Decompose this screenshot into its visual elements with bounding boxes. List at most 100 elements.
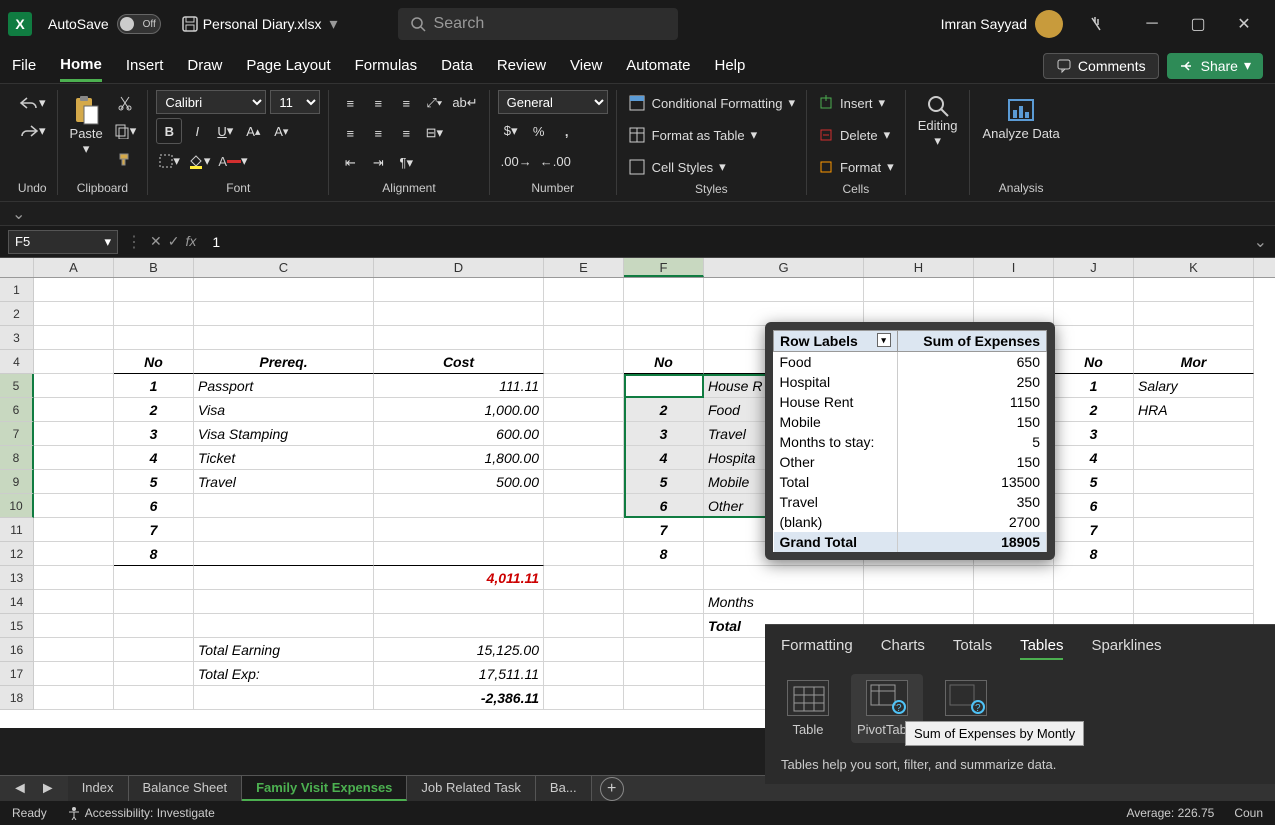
row-header[interactable]: 10: [0, 494, 34, 518]
row-header[interactable]: 17: [0, 662, 34, 686]
cell[interactable]: 4: [114, 446, 194, 470]
comma-button[interactable]: ,: [554, 118, 580, 144]
sheet-tab[interactable]: Family Visit Expenses: [242, 776, 407, 801]
tab-data[interactable]: Data: [441, 51, 473, 80]
row-header[interactable]: 11: [0, 518, 34, 542]
cell[interactable]: [34, 398, 114, 422]
comments-button[interactable]: Comments: [1043, 53, 1159, 79]
cell[interactable]: [544, 662, 624, 686]
cell[interactable]: [544, 470, 624, 494]
column-header[interactable]: J: [1054, 258, 1134, 277]
align-left-button[interactable]: ≡: [337, 120, 363, 146]
tab-insert[interactable]: Insert: [126, 51, 164, 80]
cell[interactable]: 7: [624, 518, 704, 542]
cell[interactable]: [1054, 278, 1134, 302]
qa-tab-formatting[interactable]: Formatting: [781, 637, 853, 660]
cell[interactable]: [544, 326, 624, 350]
cell[interactable]: [374, 518, 544, 542]
cell[interactable]: [34, 590, 114, 614]
row-header[interactable]: 14: [0, 590, 34, 614]
cell[interactable]: [34, 614, 114, 638]
cell[interactable]: 1,800.00: [374, 446, 544, 470]
tab-review[interactable]: Review: [497, 51, 546, 80]
cell[interactable]: [1134, 590, 1254, 614]
cell[interactable]: [544, 614, 624, 638]
cell[interactable]: 2: [114, 398, 194, 422]
cell[interactable]: [544, 542, 624, 566]
share-button[interactable]: Share ▾: [1167, 53, 1263, 79]
cell[interactable]: [114, 566, 194, 590]
cell[interactable]: [624, 326, 704, 350]
cell[interactable]: [1134, 422, 1254, 446]
cell-styles-button[interactable]: Cell Styles ▾: [625, 154, 729, 180]
cell[interactable]: [1054, 590, 1134, 614]
column-header[interactable]: I: [974, 258, 1054, 277]
cell[interactable]: [194, 590, 374, 614]
sheet-tab[interactable]: Index: [68, 776, 129, 801]
column-header[interactable]: K: [1134, 258, 1254, 277]
cell[interactable]: 6: [114, 494, 194, 518]
cell[interactable]: 8: [624, 542, 704, 566]
italic-button[interactable]: I: [184, 118, 210, 144]
cell[interactable]: [34, 302, 114, 326]
user-name[interactable]: Imran Sayyad: [941, 16, 1027, 32]
cell[interactable]: [34, 470, 114, 494]
cell[interactable]: Ticket: [194, 446, 374, 470]
cell[interactable]: [194, 566, 374, 590]
qa-tab-charts[interactable]: Charts: [881, 637, 925, 660]
redo-button[interactable]: ▾: [16, 118, 49, 144]
copy-button[interactable]: ▾: [111, 118, 140, 144]
cell[interactable]: [34, 638, 114, 662]
cell[interactable]: 6: [624, 494, 704, 518]
save-button[interactable]: [177, 11, 203, 37]
cell[interactable]: 15,125.00: [374, 638, 544, 662]
qa-tab-tables[interactable]: Tables: [1020, 637, 1063, 660]
fx-button[interactable]: fx: [185, 233, 196, 250]
editing-button[interactable]: Editing▾: [914, 90, 962, 153]
row-header[interactable]: 8: [0, 446, 34, 470]
cell[interactable]: 3: [624, 422, 704, 446]
cell[interactable]: [374, 278, 544, 302]
borders-button[interactable]: ▾: [156, 148, 183, 174]
cell[interactable]: No: [1054, 350, 1134, 374]
ribbon-collapse-bar[interactable]: ⌄: [0, 202, 1275, 226]
cut-button[interactable]: [111, 90, 140, 116]
cell[interactable]: 4: [624, 446, 704, 470]
cell[interactable]: [114, 590, 194, 614]
cell[interactable]: [544, 566, 624, 590]
underline-button[interactable]: U ▾: [212, 118, 238, 144]
close-button[interactable]: ✕: [1221, 8, 1267, 40]
tab-help[interactable]: Help: [715, 51, 746, 80]
cell[interactable]: 2: [624, 398, 704, 422]
number-format-select[interactable]: General: [498, 90, 608, 114]
cell[interactable]: [374, 542, 544, 566]
cell[interactable]: -2,386.11: [374, 686, 544, 710]
row-header[interactable]: 18: [0, 686, 34, 710]
cell[interactable]: 17,511.11: [374, 662, 544, 686]
align-middle-button[interactable]: ≡: [365, 90, 391, 116]
cell[interactable]: 7: [114, 518, 194, 542]
cell[interactable]: 7: [1054, 518, 1134, 542]
font-size-select[interactable]: 11: [270, 90, 320, 114]
cancel-formula-button[interactable]: ✕: [150, 233, 162, 250]
rtl-button[interactable]: ¶▾: [393, 150, 419, 176]
decrease-indent-button[interactable]: ⇤: [337, 150, 363, 176]
cell[interactable]: [194, 278, 374, 302]
cell[interactable]: [544, 422, 624, 446]
cell[interactable]: 600.00: [374, 422, 544, 446]
column-header[interactable]: H: [864, 258, 974, 277]
cell[interactable]: [34, 566, 114, 590]
cell[interactable]: [1134, 494, 1254, 518]
row-header[interactable]: 4: [0, 350, 34, 374]
cell[interactable]: [114, 614, 194, 638]
cell[interactable]: [114, 662, 194, 686]
align-center-button[interactable]: ≡: [365, 120, 391, 146]
cell[interactable]: 5: [624, 470, 704, 494]
tab-file[interactable]: File: [12, 51, 36, 80]
increase-indent-button[interactable]: ⇥: [365, 150, 391, 176]
cell[interactable]: [114, 686, 194, 710]
cell[interactable]: [1134, 326, 1254, 350]
cell[interactable]: [114, 302, 194, 326]
cell[interactable]: [194, 302, 374, 326]
delete-cells-button[interactable]: Delete ▾: [815, 122, 893, 148]
